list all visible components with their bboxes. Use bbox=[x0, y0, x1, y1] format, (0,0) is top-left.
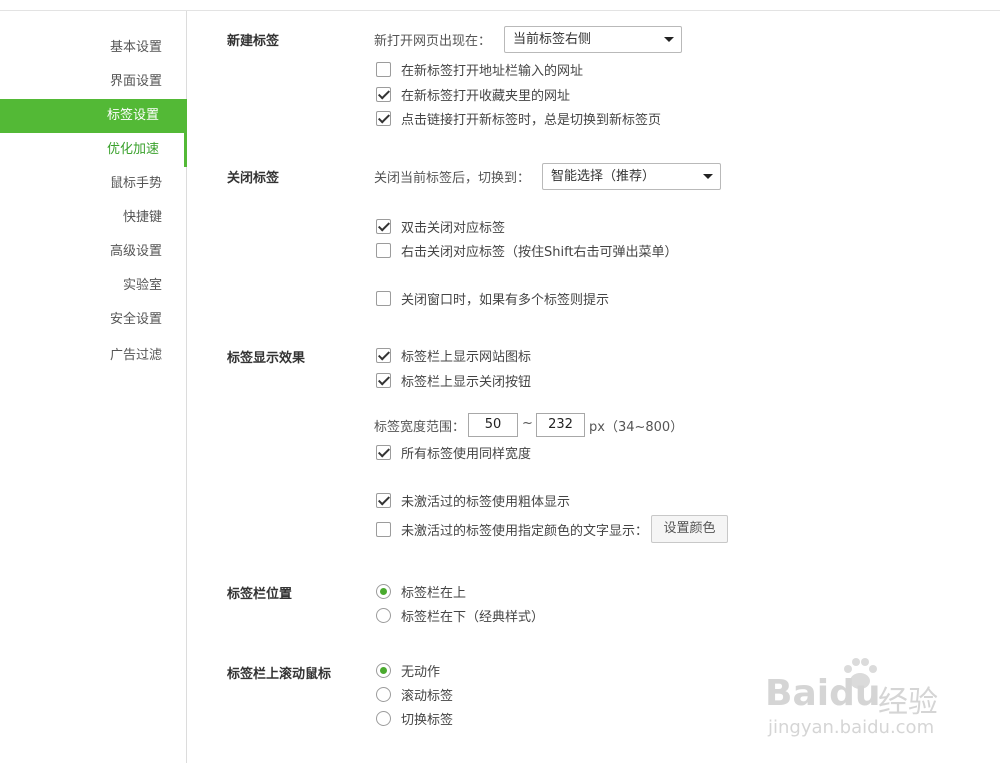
checkbox[interactable] bbox=[376, 290, 391, 306]
close-switch-value: 智能选择（推荐） bbox=[551, 169, 656, 184]
checkbox[interactable] bbox=[376, 86, 391, 102]
set-color-button[interactable]: 设置颜色 bbox=[651, 515, 728, 543]
checkbox[interactable] bbox=[376, 242, 391, 258]
option-switch-to-new-tab[interactable]: 点击链接打开新标签时，总是切换到新标签页 bbox=[376, 109, 662, 128]
watermark-url: jingyan.baidu.com bbox=[768, 717, 935, 738]
sidebar-item-lab[interactable]: 实验室 bbox=[0, 269, 187, 303]
sidebar-item-advanced[interactable]: 高级设置 bbox=[0, 235, 187, 269]
option-label: 切换标签 bbox=[401, 712, 454, 728]
sidebar-item-security[interactable]: 安全设置 bbox=[0, 303, 187, 337]
option-label: 关闭窗口时，如果有多个标签则提示 bbox=[401, 292, 610, 308]
sidebar-item-label: 广告过滤 bbox=[109, 348, 162, 363]
sidebar-item-shortcuts[interactable]: 快捷键 bbox=[0, 201, 187, 235]
option-scroll-tabs[interactable]: 滚动标签 bbox=[376, 685, 454, 704]
option-label: 在新标签打开地址栏输入的网址 bbox=[401, 63, 584, 79]
sidebar-item-label: 鼠标手势 bbox=[109, 176, 162, 191]
option-label: 标签栏在下（经典样式） bbox=[401, 609, 545, 625]
close-switch-select[interactable]: 智能选择（推荐） bbox=[542, 163, 721, 190]
watermark-brand: Baidu bbox=[765, 673, 881, 714]
tab-width-label: 标签宽度范围： bbox=[374, 420, 466, 435]
option-label: 右击关闭对应标签（按住Shift右击可弹出菜单） bbox=[401, 244, 678, 260]
option-label: 未激活过的标签使用指定颜色的文字显示： bbox=[401, 523, 649, 539]
checkbox[interactable] bbox=[376, 218, 391, 234]
option-label: 所有标签使用同样宽度 bbox=[401, 446, 532, 462]
option-right-click-close[interactable]: 右击关闭对应标签（按住Shift右击可弹出菜单） bbox=[376, 241, 678, 260]
option-show-site-icon[interactable]: 标签栏上显示网站图标 bbox=[376, 346, 532, 365]
sidebar-item-label: 高级设置 bbox=[109, 244, 162, 259]
baidu-jingyan-watermark: Baidu 经验 jingyan.baidu.com bbox=[760, 655, 960, 745]
option-label: 未激活过的标签使用粗体显示 bbox=[401, 494, 571, 510]
option-scroll-switch-tabs[interactable]: 切换标签 bbox=[376, 709, 454, 728]
section-title-new-tab: 新建标签 bbox=[227, 34, 280, 49]
watermark-product: 经验 bbox=[878, 685, 938, 720]
option-label: 标签栏在上 bbox=[401, 585, 467, 601]
option-double-click-close[interactable]: 双击关闭对应标签 bbox=[376, 217, 506, 236]
tab-width-min-input[interactable]: 50 bbox=[468, 413, 518, 437]
option-warn-close-window[interactable]: 关闭窗口时，如果有多个标签则提示 bbox=[376, 289, 610, 308]
sidebar-item-basic[interactable]: 基本设置 bbox=[0, 31, 187, 65]
section-title-tabbar-position: 标签栏位置 bbox=[227, 587, 293, 602]
checkbox[interactable] bbox=[376, 444, 391, 460]
sidebar-item-label: 标签设置 bbox=[106, 108, 159, 123]
option-label: 在新标签打开收藏夹里的网址 bbox=[401, 88, 571, 104]
option-show-close-button[interactable]: 标签栏上显示关闭按钮 bbox=[376, 371, 532, 390]
chevron-down-icon bbox=[703, 174, 713, 179]
option-label: 双击关闭对应标签 bbox=[401, 220, 506, 236]
radio-button[interactable] bbox=[376, 607, 391, 623]
option-tabbar-top[interactable]: 标签栏在上 bbox=[376, 582, 467, 601]
option-label: 点击链接打开新标签时，总是切换到新标签页 bbox=[401, 112, 662, 128]
open-position-value: 当前标签右侧 bbox=[513, 32, 592, 47]
checkbox[interactable] bbox=[376, 347, 391, 363]
sidebar-item-tabs[interactable]: 标签设置 bbox=[0, 99, 187, 133]
checkbox[interactable] bbox=[376, 521, 391, 537]
section-title-close-tab: 关闭标签 bbox=[227, 171, 280, 186]
option-scroll-no-action[interactable]: 无动作 bbox=[376, 661, 441, 680]
radio-button[interactable] bbox=[376, 686, 391, 702]
option-label: 标签栏上显示关闭按钮 bbox=[401, 374, 532, 390]
option-label: 标签栏上显示网站图标 bbox=[401, 349, 532, 365]
option-open-favorites-in-new-tab[interactable]: 在新标签打开收藏夹里的网址 bbox=[376, 85, 571, 104]
option-label: 滚动标签 bbox=[401, 688, 454, 704]
chevron-down-icon bbox=[664, 37, 674, 42]
checkbox[interactable] bbox=[376, 492, 391, 508]
sidebar-item-label: 安全设置 bbox=[109, 312, 162, 327]
sidebar-item-label: 优化加速 bbox=[106, 142, 159, 157]
tab-width-separator: ~ bbox=[522, 416, 533, 431]
close-switch-label: 关闭当前标签后，切换到： bbox=[374, 171, 531, 186]
checkbox[interactable] bbox=[376, 110, 391, 126]
tab-width-unit: px（34~800） bbox=[589, 420, 684, 435]
settings-sidebar: 基本设置 界面设置 标签设置 优化加速 鼠标手势 快捷键 高级设置 实验室 安全… bbox=[0, 11, 187, 763]
radio-button[interactable] bbox=[376, 710, 391, 726]
sidebar-item-label: 界面设置 bbox=[109, 74, 162, 89]
sidebar-item-interface[interactable]: 界面设置 bbox=[0, 65, 187, 99]
section-title-tab-display: 标签显示效果 bbox=[227, 351, 306, 366]
section-title-tabbar-scroll: 标签栏上滚动鼠标 bbox=[227, 667, 332, 682]
radio-button[interactable] bbox=[376, 662, 391, 678]
option-tabbar-bottom[interactable]: 标签栏在下（经典样式） bbox=[376, 606, 545, 625]
option-bold-inactive[interactable]: 未激活过的标签使用粗体显示 bbox=[376, 491, 571, 510]
sidebar-item-label: 基本设置 bbox=[109, 40, 162, 55]
option-same-width[interactable]: 所有标签使用同样宽度 bbox=[376, 443, 532, 462]
checkbox[interactable] bbox=[376, 372, 391, 388]
option-label: 无动作 bbox=[401, 664, 441, 680]
sidebar-item-mouse-gesture[interactable]: 鼠标手势 bbox=[0, 167, 187, 201]
sidebar-item-adblock[interactable]: 广告过滤 bbox=[0, 339, 187, 373]
checkbox[interactable] bbox=[376, 61, 391, 77]
sidebar-item-label: 实验室 bbox=[122, 278, 162, 293]
tab-width-max-input[interactable]: 232 bbox=[536, 413, 585, 437]
option-open-address-in-new-tab[interactable]: 在新标签打开地址栏输入的网址 bbox=[376, 60, 584, 79]
open-position-label: 新打开网页出现在： bbox=[374, 34, 492, 49]
sidebar-item-label: 快捷键 bbox=[122, 210, 162, 225]
open-position-select[interactable]: 当前标签右侧 bbox=[504, 26, 682, 53]
radio-button[interactable] bbox=[376, 583, 391, 599]
sidebar-item-optimize[interactable]: 优化加速 bbox=[0, 133, 187, 167]
option-color-inactive[interactable]: 未激活过的标签使用指定颜色的文字显示： bbox=[376, 520, 649, 539]
